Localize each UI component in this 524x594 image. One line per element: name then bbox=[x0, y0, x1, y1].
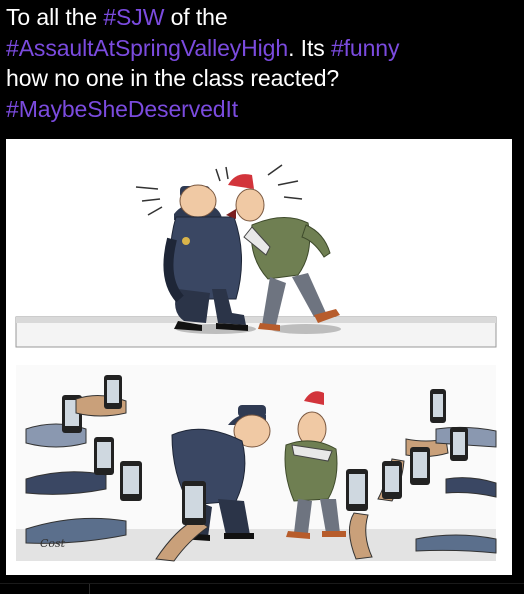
post-text-segment: of the bbox=[164, 4, 228, 30]
post-text-segment: how no one in the class reacted? bbox=[6, 65, 340, 91]
hashtag-sjw-link[interactable]: #SJW bbox=[103, 4, 164, 30]
post-text-segment: To all the bbox=[6, 4, 104, 30]
post-line-3: how no one in the class reacted? bbox=[6, 63, 518, 94]
shout-motion-lines bbox=[135, 164, 303, 216]
post-line-1: To all the #SJW of the bbox=[6, 2, 518, 33]
hashtag-assault-link[interactable]: #AssaultAtSpringValleyHigh bbox=[6, 35, 288, 61]
top-panel bbox=[15, 164, 497, 348]
post-text-segment: . Its bbox=[288, 34, 331, 61]
cartoon-illustration: Cost bbox=[15, 164, 497, 562]
young-man-figure bbox=[226, 174, 341, 334]
post-text: To all the #SJW of the #AssaultAtSpringV… bbox=[6, 2, 518, 124]
top-panel-floor-shadow bbox=[16, 317, 496, 323]
post-line-4: #MaybeSheDeservedIt bbox=[6, 94, 518, 125]
hashtag-maybe-link[interactable]: #MaybeSheDeservedIt bbox=[6, 96, 238, 122]
hashtag-funny-link[interactable]: #funny bbox=[331, 35, 400, 61]
post-line-2: #AssaultAtSpringValleyHigh. Its #funny bbox=[6, 33, 518, 64]
footer-divider bbox=[0, 583, 524, 584]
bottom-panel: Cost bbox=[16, 365, 497, 562]
footer-separator bbox=[89, 584, 90, 594]
cartoonist-signature: Cost bbox=[40, 537, 66, 550]
post-image[interactable]: Cost bbox=[6, 139, 512, 575]
